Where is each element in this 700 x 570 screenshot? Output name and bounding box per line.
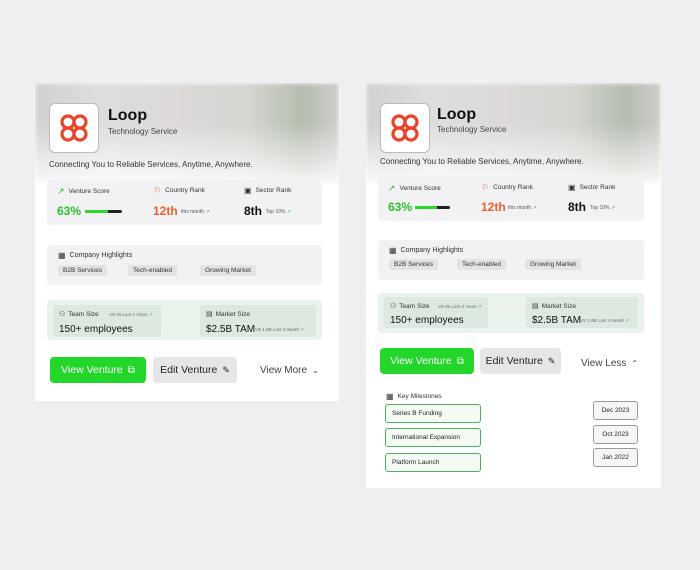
venture-score-label: Venture Score xyxy=(399,185,441,192)
edit-venture-button[interactable]: Edit Venture ✎ xyxy=(153,357,237,383)
venture-card-expanded: Loop Technology Service Connecting You t… xyxy=(366,83,661,488)
highlights-panel: ▦ Company Highlights B2B Services Tech-e… xyxy=(47,245,322,285)
loop-logo-icon xyxy=(391,114,419,142)
venture-name: Loop xyxy=(437,106,477,123)
building-icon: ▦ xyxy=(58,251,66,260)
sector-rank-note: Top 10% ↗ xyxy=(590,205,616,211)
milestone-item: Platform Launch xyxy=(385,453,481,472)
team-size-title: ⚇ Team Size xyxy=(390,302,430,311)
market-size-note: VS 1.9B Last 3 month ↗ xyxy=(580,318,629,323)
market-size-title: ▤ Market Size xyxy=(206,310,250,319)
external-link-icon: ⧉ xyxy=(456,355,464,367)
building-icon: ▦ xyxy=(389,246,397,255)
highlight-chip: B2B Services xyxy=(58,265,108,276)
market-size-value: $2.5B TAM xyxy=(206,324,256,335)
trend-up-icon: ↗ xyxy=(57,186,65,196)
milestone-item: International Expansion xyxy=(385,428,481,447)
country-rank-title: ⚐ Country Rank xyxy=(482,183,533,192)
sector-rank-title: ▣ Sector Rank xyxy=(244,186,291,195)
chevron-up-icon: ⌃ xyxy=(631,359,639,368)
market-size-note: VS 1.9B Last 3 month ↗ xyxy=(255,327,304,332)
team-icon: ⚇ xyxy=(59,311,66,318)
highlight-chip: Growing Market xyxy=(200,265,256,276)
highlights-title: ▦ Company Highlights xyxy=(389,246,464,255)
milestone-item: Series B Funding xyxy=(385,404,481,423)
sector-rank-note: Top 10% ↗ xyxy=(266,209,292,215)
venture-card-collapsed: Loop Technology Service Connecting You t… xyxy=(35,83,339,401)
venture-category: Technology Service xyxy=(437,125,507,134)
briefcase-icon: ▣ xyxy=(568,183,576,192)
team-size-box: ⚇ Team Size VS 55 Last 3 Years ↗ 150+ em… xyxy=(53,305,161,337)
highlight-chip: Tech-enabled xyxy=(457,259,507,270)
loop-logo xyxy=(380,103,430,153)
venture-score-value: 63% xyxy=(388,200,413,214)
team-icon: ⚇ xyxy=(390,303,397,310)
highlight-chip: B2B Services xyxy=(389,259,439,270)
sector-rank-value: 8th xyxy=(244,204,262,218)
flag-icon: ⚐ xyxy=(154,186,162,195)
milestone-date: Jan 2022 xyxy=(593,448,638,467)
view-venture-button[interactable]: View Venture ⧉ xyxy=(380,348,474,374)
venture-score-value: 63% xyxy=(57,204,82,218)
market-size-box: ▤ Market Size $2.5B TAM VS 1.9B Last 3 m… xyxy=(200,305,316,337)
team-size-box: ⚇ Team Size VS 55 Last 3 Years ↗ 150+ em… xyxy=(384,297,488,328)
team-size-value: 150+ employees xyxy=(390,315,464,326)
country-rank-title: ⚐ Country Rank xyxy=(154,186,205,195)
venture-score-bar xyxy=(415,206,450,209)
team-size-note: VS 55 Last 3 Years ↗ xyxy=(109,312,153,317)
venture-score-title: ↗ Venture Score xyxy=(57,186,110,197)
sector-rank-label: Sector Rank xyxy=(579,184,616,191)
milestone-date: Oct 2023 xyxy=(593,425,638,444)
sector-rank-value: 8th xyxy=(568,200,586,214)
highlight-chip: Growing Market xyxy=(525,259,581,270)
country-rank-note: this month ↗ xyxy=(508,205,537,211)
edit-icon: ✎ xyxy=(222,364,230,375)
edit-icon: ✎ xyxy=(547,355,556,366)
venture-tagline: Connecting You to Reliable Services, Any… xyxy=(49,160,253,169)
external-link-icon: ⧉ xyxy=(127,364,135,376)
loop-logo xyxy=(49,103,99,153)
highlight-chip: Tech-enabled xyxy=(128,265,178,276)
sector-rank-label: Sector Rank xyxy=(255,187,292,194)
venture-tagline: Connecting You to Reliable Services, Any… xyxy=(380,157,584,166)
calendar-icon: ▦ xyxy=(386,392,394,401)
sector-rank-title: ▣ Sector Rank xyxy=(568,183,615,192)
chart-icon: ▤ xyxy=(206,311,213,318)
view-less-link[interactable]: View Less ⌃ xyxy=(581,358,638,369)
country-rank-label: Country Rank xyxy=(165,187,205,194)
edit-venture-button[interactable]: Edit Venture ✎ xyxy=(480,348,561,374)
market-size-value: $2.5B TAM xyxy=(532,315,582,326)
briefcase-icon: ▣ xyxy=(244,186,252,195)
country-rank-value: 12th xyxy=(153,204,178,218)
team-size-note: VS 55 Last 3 Years ↗ xyxy=(438,304,482,309)
view-more-link[interactable]: View More ⌄ xyxy=(260,365,319,376)
venture-score-bar xyxy=(85,210,122,213)
chevron-down-icon: ⌄ xyxy=(312,366,319,375)
market-size-title: ▤ Market Size xyxy=(532,302,576,311)
highlights-panel: ▦ Company Highlights B2B Services Tech-e… xyxy=(378,240,644,280)
highlights-title: ▦ Company Highlights xyxy=(58,251,133,260)
market-size-box: ▤ Market Size $2.5B TAM VS 1.9B Last 3 m… xyxy=(526,297,638,328)
team-size-value: 150+ employees xyxy=(59,324,133,335)
stats-panel: ↗ Venture Score 63% ⚐ Country Rank 12th … xyxy=(47,180,322,225)
loop-logo-icon xyxy=(60,114,88,142)
venture-score-label: Venture Score xyxy=(68,188,110,195)
team-size-title: ⚇ Team Size xyxy=(59,310,99,319)
view-venture-button[interactable]: View Venture ⧉ xyxy=(50,357,146,383)
venture-category: Technology Service xyxy=(108,127,178,136)
metrics-panel: ⚇ Team Size VS 55 Last 3 Years ↗ 150+ em… xyxy=(378,293,644,333)
chart-icon: ▤ xyxy=(532,303,539,310)
country-rank-label: Country Rank xyxy=(493,184,533,191)
metrics-panel: ⚇ Team Size VS 55 Last 3 Years ↗ 150+ em… xyxy=(47,300,322,340)
venture-name: Loop xyxy=(108,107,148,124)
trend-up-icon: ↗ xyxy=(388,183,396,193)
country-rank-note: this month ↗ xyxy=(181,209,210,215)
stats-panel: ↗ Venture Score 63% ⚐ Country Rank 12th … xyxy=(378,177,644,221)
milestone-date: Dec 2023 xyxy=(593,401,638,420)
flag-icon: ⚐ xyxy=(482,183,490,192)
milestones-title: ▦ Key Milestones xyxy=(386,392,442,401)
venture-score-title: ↗ Venture Score xyxy=(388,183,441,194)
country-rank-value: 12th xyxy=(481,200,506,214)
